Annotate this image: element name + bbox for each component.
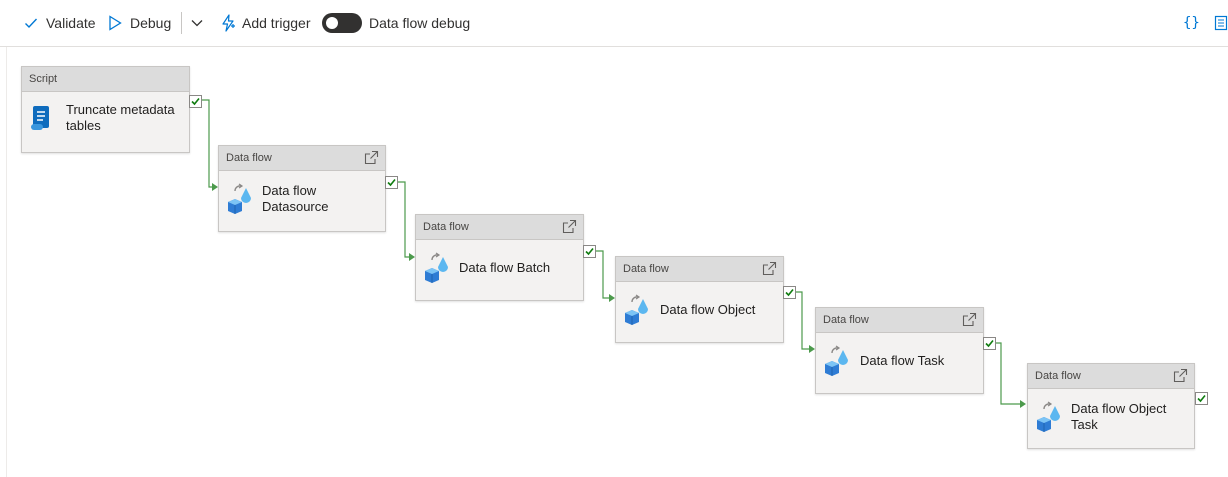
activity-name: Data flow Batch [459,260,551,275]
activity-type-label: Script [22,67,189,92]
dataflow-icon [1036,399,1062,438]
dataflow-icon [227,181,253,220]
open-external-icon[interactable] [364,150,379,174]
activity-name: Data flow Object [660,302,756,317]
open-external-icon[interactable] [962,312,977,336]
activity-dataflow-object[interactable]: Data flow Data flow Object [615,256,784,343]
activity-name: Truncate metadata tables [66,102,175,133]
script-icon [30,105,52,136]
activity-type-label: Data flow [623,263,669,275]
open-external-icon[interactable] [562,219,577,243]
connector-1-2 [200,99,213,188]
activity-dataflow-batch[interactable]: Data flow Data flow Batch [415,214,584,301]
activity-name: Data flow Datasource [262,183,329,214]
activity-type-label: Data flow [423,221,469,233]
success-output-handle[interactable] [189,95,202,108]
success-output-handle[interactable] [1195,392,1208,405]
activity-dataflow-task[interactable]: Data flow Data flow Task [815,307,984,394]
connector-2-3 [396,181,410,258]
connector-arrow-6 [1020,400,1026,408]
success-output-handle[interactable] [385,176,398,189]
activity-name: Data flow Task [860,353,945,368]
activity-type-label: Data flow [823,314,869,326]
success-output-handle[interactable] [783,286,796,299]
success-output-handle[interactable] [583,245,596,258]
activity-script-truncate[interactable]: Script Truncate metadata tables [21,66,190,153]
connector-5-6 [992,342,1021,405]
activity-type-label: Data flow [1035,370,1081,382]
connector-4-5 [793,291,810,350]
activity-dataflow-datasource[interactable]: Data flow Data flow Datasource [218,145,386,232]
activity-name: Data flow Object Task [1071,401,1167,432]
dataflow-icon [624,292,650,331]
open-external-icon[interactable] [1173,368,1188,392]
open-external-icon[interactable] [762,261,777,285]
connector-3-4 [594,250,610,299]
activity-dataflow-object-task[interactable]: Data flow Data flow Object Task [1027,363,1195,449]
activity-type-label: Data flow [226,152,272,164]
success-output-handle[interactable] [983,337,996,350]
dataflow-icon [824,343,850,382]
dataflow-icon [424,250,450,289]
